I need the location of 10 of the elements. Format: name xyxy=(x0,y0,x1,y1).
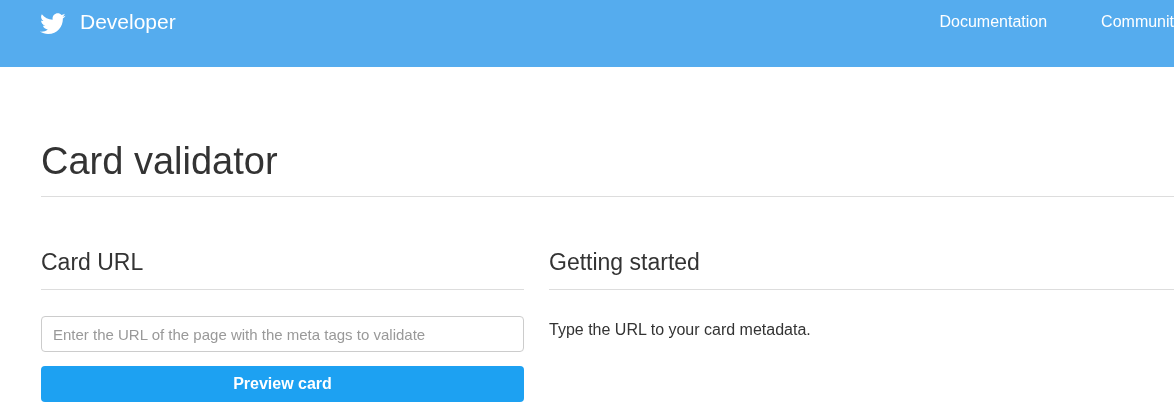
brand-link[interactable]: Developer xyxy=(80,10,176,34)
nav-link[interactable]: Communit xyxy=(1101,13,1174,31)
instruction-text: Type the URL to your card metadata. xyxy=(549,320,812,340)
url-input-field[interactable]: Enter the URL of the page with the meta tags to validate xyxy=(41,316,524,352)
page-title: Card validator xyxy=(41,67,1174,197)
preview-card-button[interactable]: Preview card xyxy=(41,366,524,402)
section-heading: Getting started xyxy=(549,248,1174,290)
nav-link[interactable]: Documentation xyxy=(939,13,1048,31)
bird-icon xyxy=(40,13,66,35)
section-heading: Card URL xyxy=(41,248,524,290)
